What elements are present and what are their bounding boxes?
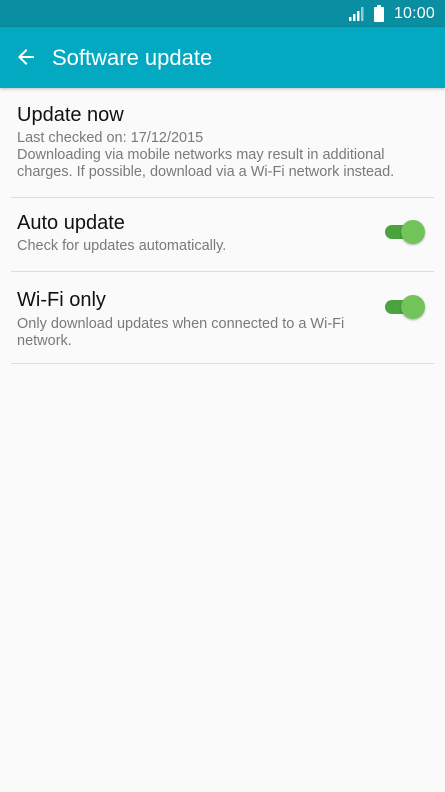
divider [11,363,434,364]
status-icons: 10:00 [348,0,435,27]
wifi-only-title: Wi-Fi only [17,289,106,311]
auto-update-summary: Check for updates automatically. [17,238,227,254]
battery-icon [373,5,384,22]
update-now-item[interactable]: Update now Last checked on: 17/12/2015 D… [0,88,445,197]
arrow-left-icon[interactable] [14,45,38,69]
page-title: Software update [52,45,213,70]
wifi-only-item[interactable]: Wi-Fi only Only download updates when co… [0,272,445,363]
signal-icon [348,6,364,21]
update-now-summary: Downloading via mobile networks may resu… [17,147,395,180]
app-bar: Software update [0,27,445,88]
status-time: 10:00 [393,4,435,22]
wifi-only-toggle[interactable] [385,295,425,319]
toggle-thumb [401,295,425,319]
update-now-title: Update now [17,104,124,126]
auto-update-title: Auto update [17,212,125,234]
auto-update-toggle[interactable] [385,220,425,244]
last-checked-text: Last checked on: 17/12/2015 [17,130,204,146]
toggle-thumb [401,220,425,244]
auto-update-item[interactable]: Auto update Check for updates automatica… [0,198,445,271]
status-bar: 10:00 [0,0,445,27]
wifi-only-summary: Only download updates when connected to … [17,316,345,349]
settings-list: Update now Last checked on: 17/12/2015 D… [0,88,445,364]
